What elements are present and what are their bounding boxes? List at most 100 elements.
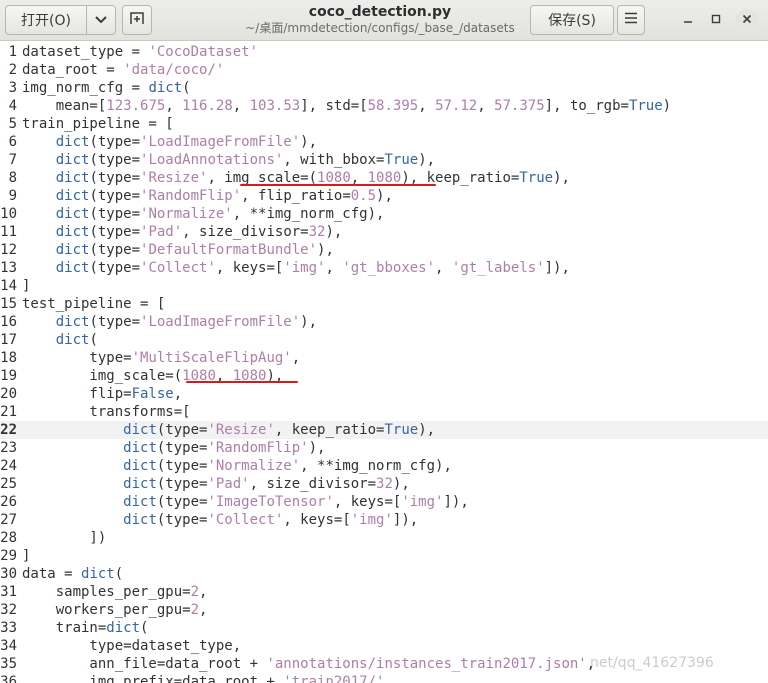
open-button[interactable]: 打开(O) xyxy=(5,5,87,35)
code-token: 'LoadImageFromFile' xyxy=(140,134,301,150)
code-token: , xyxy=(199,602,208,618)
code-line[interactable]: 4 mean=[123.675, 116.28, 103.53], std=[5… xyxy=(0,97,768,115)
line-code: ann_file=data_root + 'annotations/instan… xyxy=(22,655,595,673)
code-line[interactable]: 21 transforms=[ xyxy=(0,403,768,421)
code-line[interactable]: 25 dict(type='Pad', size_divisor=32), xyxy=(0,475,768,493)
code-token: ( xyxy=(114,566,124,582)
maximize-button[interactable] xyxy=(706,10,726,30)
code-token: 'Pad' xyxy=(140,224,183,240)
code-line[interactable]: 15 test_pipeline = [ xyxy=(0,295,768,313)
code-token: ), xyxy=(300,134,318,150)
open-dropdown-button[interactable] xyxy=(86,5,116,35)
line-number: 24 xyxy=(0,458,17,474)
line-code: dict(type='Pad', size_divisor=32), xyxy=(22,475,410,493)
maximize-icon xyxy=(711,12,721,28)
new-tab-button[interactable] xyxy=(122,5,152,35)
line-code: flip=False, xyxy=(22,385,182,403)
code-token: dict xyxy=(106,620,141,636)
code-token: 2 xyxy=(190,602,200,618)
code-line[interactable]: 6 dict(type='LoadImageFromFile'), xyxy=(0,133,768,151)
code-line[interactable]: 29] xyxy=(0,547,768,565)
code-token: ), xyxy=(317,242,334,258)
code-token: dict xyxy=(55,134,90,150)
line-code: test_pipeline = [ xyxy=(22,295,165,313)
code-editor[interactable]: 1 dataset_type = 'CocoDataset' 2 data_root … xyxy=(0,41,768,683)
menu-button[interactable] xyxy=(617,5,645,35)
code-token: , xyxy=(418,98,436,114)
code-line[interactable]: 17 dict( xyxy=(0,331,768,349)
code-token: 57.375 xyxy=(494,98,545,114)
save-button[interactable]: 保存(S) xyxy=(530,5,614,35)
line-number: 28 xyxy=(0,530,17,546)
code-line[interactable]: 11 dict(type='Pad', size_divisor=32), xyxy=(0,223,768,241)
line-number: 36 xyxy=(0,674,17,683)
code-line[interactable]: 13 dict(type='Collect', keys=['img', 'gt… xyxy=(0,259,768,277)
line-code: workers_per_gpu=2, xyxy=(22,601,208,619)
code-token: 0.5 xyxy=(350,188,377,204)
code-token: ( xyxy=(182,80,191,96)
code-line[interactable]: 32 workers_per_gpu=2, xyxy=(0,601,768,619)
close-button[interactable] xyxy=(736,9,758,31)
line-number: 10 xyxy=(0,206,17,222)
line-number: 9 xyxy=(8,188,17,204)
code-token: 'gt_labels' xyxy=(451,260,545,276)
code-token: dict xyxy=(123,494,157,510)
line-number: 20 xyxy=(0,386,17,402)
code-line[interactable]: 34 type=dataset_type, xyxy=(0,637,768,655)
code-line[interactable]: 10 dict(type='Normalize', **img_norm_cfg… xyxy=(0,205,768,223)
code-token: dict xyxy=(55,314,90,330)
code-token: , keys=[ xyxy=(215,260,284,276)
code-token: dict xyxy=(81,566,115,582)
line-number: 8 xyxy=(8,170,17,186)
code-line[interactable]: 20 flip=False, xyxy=(0,385,768,403)
line-number: 19 xyxy=(0,368,17,384)
code-token: , xyxy=(325,260,343,276)
line-number: 18 xyxy=(0,350,17,366)
line-code: img_prefix=data_root + 'train2017/', xyxy=(22,673,392,683)
code-line[interactable]: 7 dict(type='LoadAnnotations', with_bbox… xyxy=(0,151,768,169)
code-line[interactable]: 5 train_pipeline = [ xyxy=(0,115,768,133)
code-token: dict xyxy=(55,242,90,258)
line-number: 32 xyxy=(0,602,17,618)
line-number: 3 xyxy=(8,80,17,96)
line-code: samples_per_gpu=2, xyxy=(22,583,208,601)
code-line[interactable]: 27 dict(type='Collect', keys=['img']), xyxy=(0,511,768,529)
code-token: , keep_ratio= xyxy=(274,422,385,438)
code-line[interactable]: 22 dict(type='Resize', keep_ratio=True), xyxy=(0,421,768,439)
code-line[interactable]: 28 ]) xyxy=(0,529,768,547)
code-line[interactable]: 2 data_root = 'data/coco/' xyxy=(0,61,768,79)
code-token: 'img' xyxy=(350,512,393,528)
code-line[interactable]: 1 dataset_type = 'CocoDataset' xyxy=(0,43,768,61)
hamburger-menu-icon xyxy=(624,12,638,28)
code-line[interactable]: 9 dict(type='RandomFlip', flip_ratio=0.5… xyxy=(0,187,768,205)
code-token: dict xyxy=(123,458,157,474)
code-token: 'RandomFlip' xyxy=(140,188,242,204)
code-token: dict xyxy=(55,206,90,222)
line-code: dict(type='RandomFlip', flip_ratio=0.5), xyxy=(22,187,393,205)
code-token: True xyxy=(628,98,663,114)
code-token: False xyxy=(131,386,174,402)
code-line[interactable]: 36 img_prefix=data_root + 'train2017/', xyxy=(0,673,768,683)
minimize-button[interactable] xyxy=(678,10,698,30)
line-number: 35 xyxy=(0,656,17,672)
code-token: (type= xyxy=(89,224,141,240)
code-line[interactable]: 14] xyxy=(0,277,768,295)
code-line[interactable]: 23 dict(type='RandomFlip'), xyxy=(0,439,768,457)
code-token: , xyxy=(477,98,495,114)
code-line[interactable]: 18 type='MultiScaleFlipAug', xyxy=(0,349,768,367)
code-line[interactable]: 12 dict(type='DefaultFormatBundle'), xyxy=(0,241,768,259)
code-token: ) xyxy=(662,98,672,114)
code-line[interactable]: 30 data = dict( xyxy=(0,565,768,583)
line-number: 31 xyxy=(0,584,17,600)
code-line[interactable]: 33 train=dict( xyxy=(0,619,768,637)
code-line[interactable]: 31 samples_per_gpu=2, xyxy=(0,583,768,601)
code-line[interactable]: 26 dict(type='ImageToTensor', keys=['img… xyxy=(0,493,768,511)
code-line[interactable]: 19 img_scale=(1080, 1080), xyxy=(0,367,768,385)
code-line[interactable]: 24 dict(type='Normalize', **img_norm_cfg… xyxy=(0,457,768,475)
code-line[interactable]: 16 dict(type='LoadImageFromFile'), xyxy=(0,313,768,331)
code-line[interactable]: 3 img_norm_cfg = dict( xyxy=(0,79,768,97)
line-code: dict(type='ImageToTensor', keys=['img'])… xyxy=(22,493,469,511)
